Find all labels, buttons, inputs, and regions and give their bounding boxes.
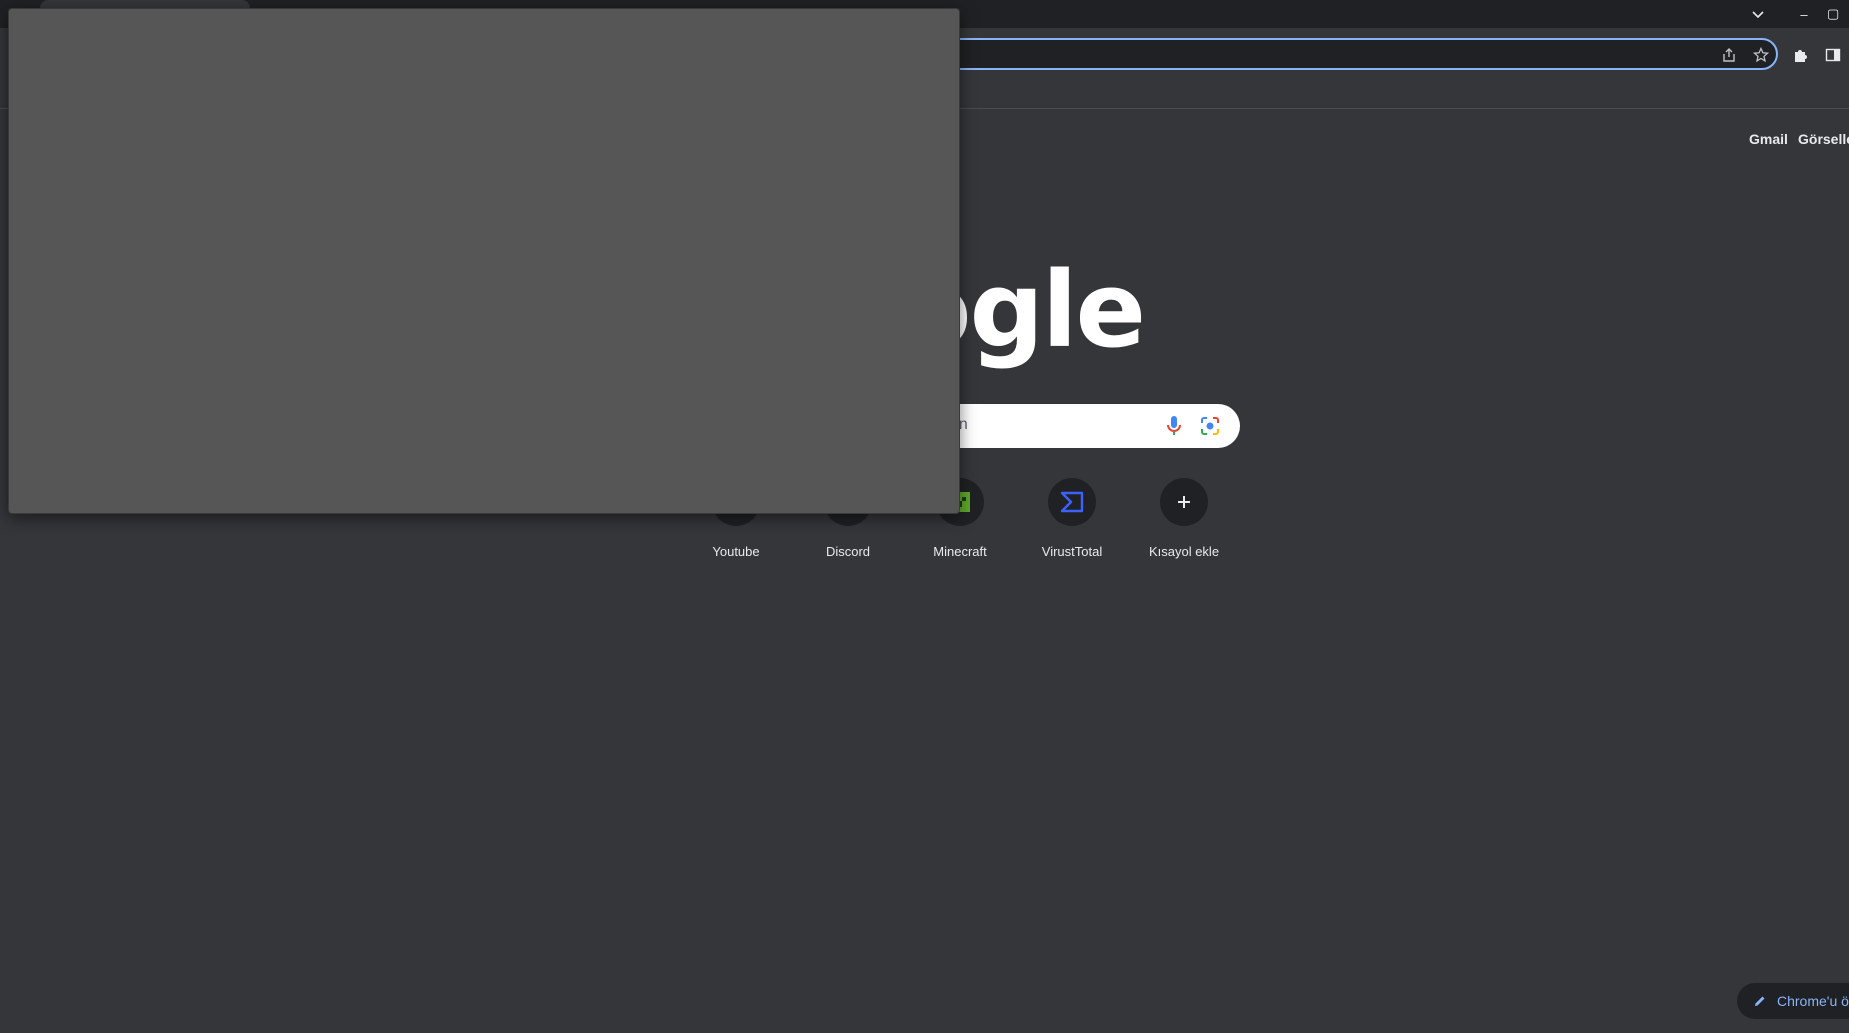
customize-label: Chrome'u öz: [1777, 993, 1849, 1009]
shortcut-label: Minecraft: [933, 544, 987, 559]
shortcut-label: Youtube: [712, 544, 760, 559]
overlay-window[interactable]: [8, 8, 960, 514]
extensions-button[interactable]: [1790, 44, 1812, 66]
voice-search-button[interactable]: [1162, 414, 1186, 438]
tab-search-button[interactable]: [1735, 0, 1781, 28]
chevron-down-icon: [1752, 11, 1764, 19]
side-panel-icon: [1825, 48, 1841, 62]
pencil-icon: [1753, 994, 1767, 1008]
minimize-button[interactable]: –: [1781, 0, 1827, 28]
bookmark-button[interactable]: [1752, 46, 1770, 64]
minimize-icon: –: [1800, 6, 1808, 22]
shortcut-virustotal[interactable]: VirustTotal: [1020, 478, 1124, 578]
images-link[interactable]: Görseller: [1798, 131, 1849, 147]
shortcut-label: Kısayol ekle: [1148, 544, 1220, 559]
side-panel-button[interactable]: [1822, 44, 1844, 66]
share-icon: [1723, 48, 1735, 62]
share-button[interactable]: [1720, 46, 1738, 64]
virustotal-icon: [1048, 478, 1096, 526]
shortcut-label: Discord: [825, 544, 871, 559]
puzzle-icon: [1795, 50, 1807, 62]
maximize-button[interactable]: ▢: [1827, 0, 1849, 28]
customize-chrome-button[interactable]: Chrome'u öz: [1737, 983, 1849, 1019]
star-icon: [1753, 47, 1769, 63]
plus-icon: [1160, 478, 1208, 526]
camera-lens-icon: [1201, 417, 1219, 435]
shortcut-label: VirustTotal: [1041, 544, 1103, 559]
microphone-icon: [1167, 416, 1181, 435]
gmail-link[interactable]: Gmail: [1749, 131, 1788, 147]
shortcut-add[interactable]: Kısayol ekle: [1132, 478, 1236, 578]
maximize-icon: ▢: [1827, 6, 1840, 21]
lens-search-button[interactable]: [1198, 414, 1222, 438]
address-bar[interactable]: [930, 38, 1778, 70]
